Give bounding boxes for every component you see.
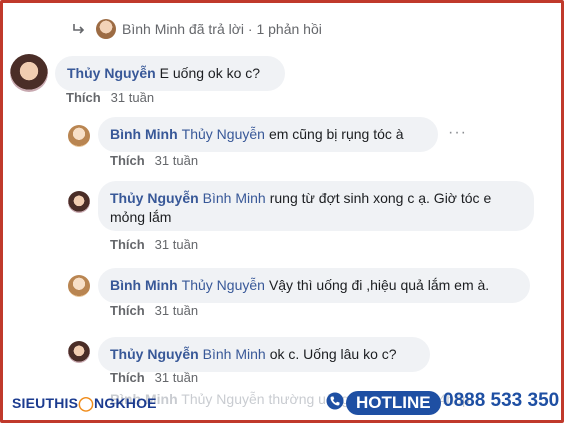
comment-bubble: Thủy Nguyễn E uống ok ko c? bbox=[55, 56, 285, 91]
comment-actions: Thích 31 tuần bbox=[110, 237, 198, 252]
comment-text: E uống ok ko c? bbox=[159, 65, 261, 81]
replies-summary-link[interactable]: Bình Minh đã trả lời · 1 phản hồi bbox=[72, 18, 322, 40]
brand-logo: SIEUTHIS◯NGKHOE bbox=[12, 395, 157, 411]
phone-icon bbox=[326, 392, 344, 410]
avatar[interactable] bbox=[68, 125, 90, 147]
replies-summary-text: Bình Minh đã trả lời · 1 phản hồi bbox=[122, 21, 322, 37]
comment-actions: Thích 31 tuần bbox=[110, 153, 198, 168]
comment-timestamp[interactable]: 31 tuần bbox=[155, 153, 198, 168]
hotline-number[interactable]: 0888 533 350 bbox=[443, 390, 559, 412]
comment-author[interactable]: Thủy Nguyễn bbox=[67, 65, 156, 81]
comment-bubble: Thủy Nguyễn Bình Minh ok c. Uống lâu ko c? bbox=[98, 337, 430, 372]
comment-text-continued: mỏng lắm bbox=[110, 209, 172, 225]
comment-bubble: Thủy Nguyễn Bình Minh rung từ đợt sinh xon… bbox=[98, 181, 534, 231]
comment-text: Vậy thì uống đi ,hiệu quả lắm em à. bbox=[268, 277, 490, 293]
mention-link[interactable]: Bình Minh bbox=[203, 346, 266, 362]
reply-arrow-icon bbox=[73, 24, 85, 34]
comment-actions: Thích 31 tuần bbox=[66, 90, 154, 105]
like-button[interactable]: Thích bbox=[110, 303, 145, 318]
comment-timestamp[interactable]: 31 tuần bbox=[155, 303, 198, 318]
mention-link[interactable]: Bình Minh bbox=[203, 190, 266, 206]
comment-bubble: Bình Minh Thủy Nguyễn Vậy thì uống đi ,hiệ… bbox=[98, 268, 530, 303]
comment-timestamp[interactable]: 31 tuần bbox=[155, 237, 198, 252]
footer-banner: Bình Minh Thủy Nguyễn thường uống mới li… bbox=[0, 385, 564, 423]
avatar[interactable] bbox=[68, 191, 90, 213]
comment-text: em cũng bị rụng tóc à bbox=[268, 126, 404, 142]
comment-text: ok c. Uống lâu ko c? bbox=[269, 346, 397, 362]
like-button[interactable]: Thích bbox=[110, 153, 145, 168]
comment-text: rung từ đợt sinh xong c ạ. Giờ tóc e bbox=[269, 190, 492, 206]
comment-author[interactable]: Thủy Nguyễn bbox=[110, 346, 199, 362]
hotline-label: HOTLINE bbox=[346, 391, 441, 415]
avatar[interactable] bbox=[10, 54, 48, 92]
avatar bbox=[96, 19, 116, 39]
more-options-icon[interactable]: ··· bbox=[448, 124, 467, 142]
comment-timestamp[interactable]: 31 tuần bbox=[155, 370, 198, 385]
like-button[interactable]: Thích bbox=[110, 237, 145, 252]
comment-bubble: Bình Minh Thủy Nguyễn em cũng bị rụng tóc … bbox=[98, 117, 438, 152]
comment-author[interactable]: Thủy Nguyễn bbox=[110, 190, 199, 206]
comment-actions: Thích 31 tuần bbox=[110, 370, 198, 385]
comment-timestamp[interactable]: 31 tuần bbox=[111, 90, 154, 105]
mention-link[interactable]: Thủy Nguyễn bbox=[182, 126, 265, 142]
comment-author[interactable]: Bình Minh bbox=[110, 126, 178, 142]
comment-actions: Thích 31 tuần bbox=[110, 303, 198, 318]
comment-author[interactable]: Bình Minh bbox=[110, 277, 178, 293]
like-button[interactable]: Thích bbox=[110, 370, 145, 385]
avatar[interactable] bbox=[68, 275, 90, 297]
avatar[interactable] bbox=[68, 341, 90, 363]
mention-link[interactable]: Thủy Nguyễn bbox=[182, 277, 265, 293]
like-button[interactable]: Thích bbox=[66, 90, 101, 105]
